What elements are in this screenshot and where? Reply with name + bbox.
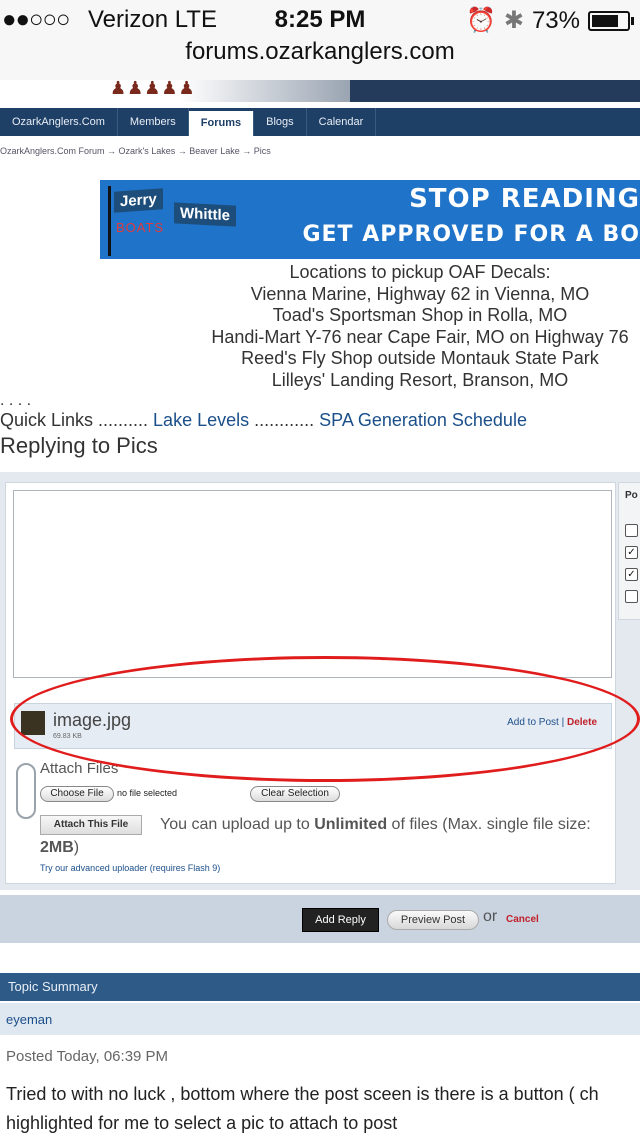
ios-status-bar: ●●○○○ Verizon LTE 8:25 PM ⏰ ✱ 73% forums… xyxy=(0,0,640,80)
highlight-ellipse-annotation xyxy=(10,656,640,782)
advanced-uploader-link[interactable]: Try our advanced uploader (requires Flas… xyxy=(40,863,220,873)
add-reply-button[interactable]: Add Reply xyxy=(302,908,379,932)
decals-line: Reed's Fly Shop outside Montauk State Pa… xyxy=(241,348,599,368)
ad-brand-whittle: Whittle xyxy=(174,202,236,227)
quick-links-prefix: Quick Links .......... xyxy=(0,410,154,430)
page-title: Replying to Pics xyxy=(0,433,158,458)
paperclip-icon xyxy=(16,763,36,819)
quick-links: Quick Links .......... Lake Levels .....… xyxy=(0,410,527,431)
option-checkbox[interactable] xyxy=(625,524,638,537)
tab-calendar[interactable]: Calendar xyxy=(307,108,377,136)
option-checkbox[interactable]: ✓ xyxy=(625,568,638,581)
url-bar[interactable]: forums.ozarkanglers.com xyxy=(0,38,640,66)
alarm-icon: ⏰ xyxy=(465,7,496,34)
main-nav: OzarkAnglers.Com Members Forums Blogs Ca… xyxy=(0,108,640,136)
post-body: Tried to with no luck , bottom where the… xyxy=(6,1080,640,1138)
post-body-line: Tried to with no luck , bottom where the… xyxy=(6,1084,599,1104)
tab-forums[interactable]: Forums xyxy=(188,111,255,136)
site-header xyxy=(0,80,640,104)
header-dark-band xyxy=(350,80,640,102)
post-editor[interactable] xyxy=(13,490,612,678)
ad-banner[interactable]: Jerry Whittle BOATS STOP READING GET APP… xyxy=(100,180,640,259)
breadcrumb[interactable]: OzarkAnglers.Com Forum → Ozark's Lakes →… xyxy=(0,146,271,156)
post-options-label: Po xyxy=(625,490,638,501)
tab-home[interactable]: OzarkAnglers.Com xyxy=(0,108,118,136)
upload-note-unlimited: Unlimited xyxy=(314,816,388,833)
battery-percent: 73% xyxy=(531,6,580,34)
tab-members[interactable]: Members xyxy=(118,108,189,136)
decals-line: Vienna Marine, Highway 62 in Vienna, MO xyxy=(250,283,590,304)
post-timestamp: Posted Today, 06:39 PM xyxy=(6,1048,169,1065)
decals-line: Handi-Mart Y-76 near Cape Fair, MO on Hi… xyxy=(211,326,629,347)
cancel-link[interactable]: Cancel xyxy=(506,914,539,925)
battery-icon xyxy=(588,10,634,31)
upload-note-size: 2MB xyxy=(40,839,74,856)
upload-limit-note: You can upload up to Unlimited of files … xyxy=(40,813,600,859)
ad-brand-jerry: Jerry xyxy=(114,188,163,213)
preview-post-button[interactable]: Preview Post xyxy=(387,910,479,930)
bluetooth-icon: ✱ xyxy=(503,7,524,34)
site-logo-icon: ♟♟♟♟♟ xyxy=(110,78,196,98)
topic-summary-header: Topic Summary xyxy=(0,973,640,1001)
option-checkbox[interactable]: ✓ xyxy=(625,546,638,559)
clear-selection-button[interactable]: Clear Selection xyxy=(250,786,340,802)
upload-note-suffix: ) xyxy=(73,839,80,856)
option-checkbox[interactable] xyxy=(625,590,638,603)
post-author[interactable]: eyeman xyxy=(0,1003,640,1035)
quick-links-sep: ............ xyxy=(249,410,320,430)
no-file-label: no file selected xyxy=(117,788,178,798)
ad-headline-1: STOP READING xyxy=(409,184,640,214)
upload-note-prefix: You can upload up to xyxy=(160,816,315,833)
dots: . . . . xyxy=(0,392,32,409)
status-right: ⏰ ✱ 73% xyxy=(465,6,634,35)
tab-blogs[interactable]: Blogs xyxy=(254,108,307,136)
decals-line: Lilleys' Landing Resort, Branson, MO xyxy=(271,369,569,390)
header-gradient xyxy=(180,80,350,102)
ad-brand-boats: BOATS xyxy=(116,220,165,235)
or-label: or xyxy=(483,908,498,925)
decals-line: Toad's Sportsman Shop in Rolla, MO xyxy=(272,305,568,325)
lake-levels-link[interactable]: Lake Levels xyxy=(153,410,249,430)
decals-notice: Locations to pickup OAF Decals: Vienna M… xyxy=(180,262,640,391)
upload-note-middle: of files (Max. single file size: xyxy=(387,816,591,833)
spa-schedule-link[interactable]: SPA Generation Schedule xyxy=(319,410,527,430)
post-body-line: highlighted for me to select a pic to at… xyxy=(6,1113,398,1133)
decals-title: Locations to pickup OAF Decals: xyxy=(289,262,551,282)
choose-file-button[interactable]: Choose File xyxy=(40,786,114,802)
flag-pole-icon xyxy=(108,186,111,256)
ad-headline-2: GET APPROVED FOR A BO xyxy=(302,222,640,247)
